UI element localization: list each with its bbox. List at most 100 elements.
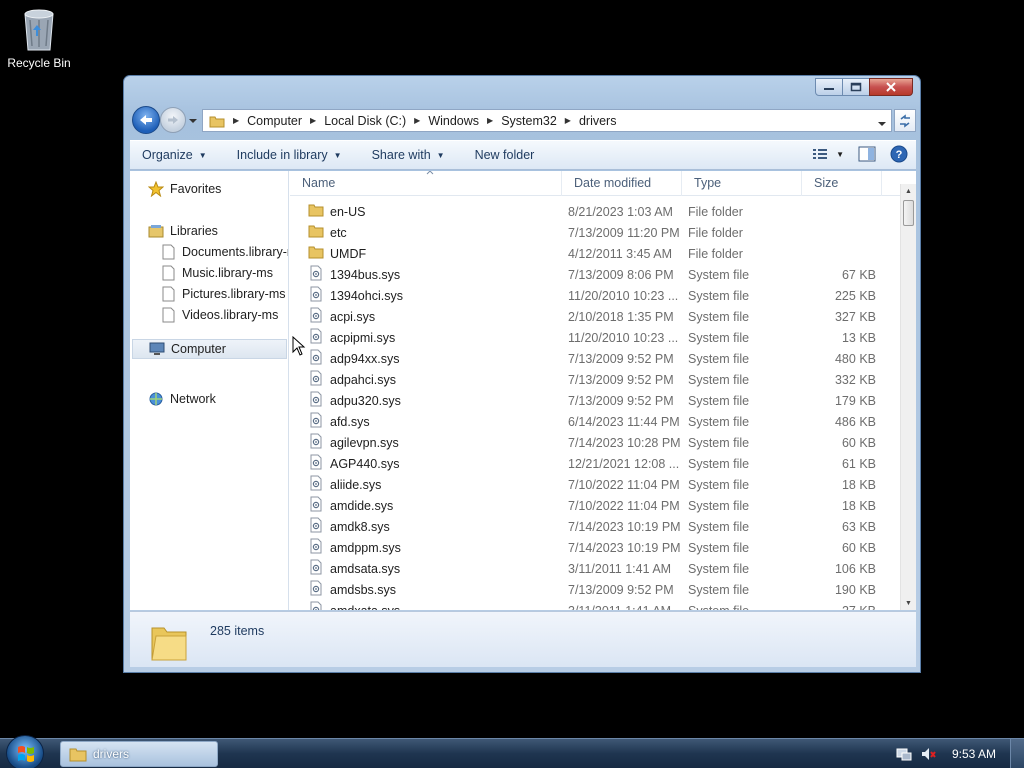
taskbar: drivers 9:53 AM <box>0 735 1024 768</box>
document-icon <box>162 307 175 323</box>
nav-library-item[interactable]: Music.library-ms <box>160 265 273 281</box>
system-file-icon <box>308 475 330 494</box>
scroll-thumb[interactable] <box>903 200 914 226</box>
include-in-library-button[interactable]: Include in library ▼ <box>237 148 342 162</box>
nav-favorites[interactable]: Favorites <box>148 181 221 197</box>
file-type: System file <box>688 372 750 387</box>
file-row[interactable]: UMDF 4/12/2011 3:45 AM File folder <box>290 243 900 264</box>
close-button[interactable] <box>869 78 913 96</box>
scroll-up-button[interactable]: ▲ <box>901 184 916 198</box>
system-file-icon <box>308 538 330 557</box>
breadcrumb-computer[interactable]: Computer <box>247 114 302 128</box>
file-name-cell: amdxata.sys <box>308 601 400 610</box>
file-name: en-US <box>330 204 366 219</box>
column-header-date-modified[interactable]: Date modified <box>562 171 682 196</box>
chevron-down-icon: ▼ <box>198 150 207 160</box>
chevron-down-icon: ▼ <box>836 149 844 159</box>
show-desktop-button[interactable] <box>1010 739 1024 768</box>
file-row[interactable]: adp94xx.sys 7/13/2009 9:52 PM System file 4… <box>290 348 900 369</box>
caption-buttons <box>815 78 913 96</box>
nav-library-item[interactable]: Pictures.library-ms <box>160 286 286 302</box>
file-row[interactable]: acpipmi.sys 11/20/2010 10:23 ... System fi… <box>290 327 900 348</box>
file-name: 1394bus.sys <box>330 267 401 282</box>
new-folder-button[interactable]: New folder <box>475 148 535 162</box>
share-with-button[interactable]: Share with ▼ <box>372 148 445 162</box>
folder-icon <box>308 244 330 263</box>
breadcrumb-separator[interactable]: ▶ <box>414 116 420 125</box>
breadcrumb-windows[interactable]: Windows <box>428 114 479 128</box>
file-row[interactable]: adpu320.sys 7/13/2009 9:52 PM System file 1… <box>290 390 900 411</box>
help-button[interactable]: ? <box>890 145 908 163</box>
nav-library-item[interactable]: Documents.library-ms <box>160 244 288 260</box>
file-row[interactable]: agilevpn.sys 7/14/2023 10:28 PM System fil… <box>290 432 900 453</box>
address-bar[interactable]: ▶ Computer ▶ Local Disk (C:) ▶ Windows ▶… <box>202 109 892 132</box>
start-button[interactable] <box>6 735 44 768</box>
vertical-scrollbar[interactable]: ▲ ▼ <box>900 184 916 610</box>
file-row[interactable]: afd.sys 6/14/2023 11:44 PM System file 486 … <box>290 411 900 432</box>
preview-pane-button[interactable] <box>858 146 876 162</box>
file-row[interactable]: AGP440.sys 12/21/2021 12:08 ... System fil… <box>290 453 900 474</box>
file-name: amdide.sys <box>330 498 394 513</box>
nav-computer[interactable]: Computer <box>132 339 287 359</box>
file-size: 225 KB <box>834 288 876 303</box>
file-type: System file <box>688 393 750 408</box>
file-row[interactable]: aliide.sys 7/10/2022 11:04 PM System file 1… <box>290 474 900 495</box>
nav-network-label: Network <box>170 392 216 406</box>
file-size: 179 KB <box>834 393 876 408</box>
file-row[interactable]: amdppm.sys 7/14/2023 10:19 PM System file 6… <box>290 537 900 558</box>
back-button[interactable] <box>132 106 160 134</box>
file-row[interactable]: amdsbs.sys 7/13/2009 9:52 PM System file 19… <box>290 579 900 600</box>
breadcrumb-system32[interactable]: System32 <box>501 114 557 128</box>
forward-button[interactable] <box>160 107 186 133</box>
file-name-cell: aliide.sys <box>308 475 381 494</box>
file-row[interactable]: etc 7/13/2009 11:20 PM File folder <box>290 222 900 243</box>
file-row[interactable]: acpi.sys 2/10/2018 1:35 PM System file 327 … <box>290 306 900 327</box>
file-row[interactable]: amdsata.sys 3/11/2011 1:41 AM System file 1… <box>290 558 900 579</box>
breadcrumb-separator[interactable]: ▶ <box>233 116 239 125</box>
details-pane: 285 items <box>130 611 916 667</box>
file-row[interactable]: 1394bus.sys 7/13/2009 8:06 PM System file 6… <box>290 264 900 285</box>
breadcrumb-local-disk[interactable]: Local Disk (C:) <box>324 114 406 128</box>
folder-icon <box>308 202 330 221</box>
system-file-icon <box>308 433 330 452</box>
arrow-right-icon <box>168 116 178 124</box>
column-header-size[interactable]: Size <box>802 171 882 196</box>
address-dropdown[interactable] <box>877 117 887 131</box>
change-view-button[interactable]: ▼ <box>812 147 844 161</box>
network-tray-icon[interactable] <box>896 746 912 762</box>
file-name: etc <box>330 225 347 240</box>
volume-muted-icon[interactable] <box>920 746 936 762</box>
organize-button[interactable]: Organize ▼ <box>142 148 207 162</box>
nav-libraries[interactable]: Libraries <box>148 223 218 239</box>
file-name: amdsbs.sys <box>330 582 396 597</box>
clock[interactable]: 9:53 AM <box>952 747 996 761</box>
address-folder-icon <box>209 114 225 128</box>
nav-library-item[interactable]: Videos.library-ms <box>160 307 278 323</box>
recent-pages-dropdown[interactable] <box>188 115 198 125</box>
file-type: System file <box>688 582 750 597</box>
recycle-bin-shortcut[interactable]: Recycle Bin <box>4 6 74 70</box>
minimize-button[interactable] <box>815 78 843 96</box>
breadcrumb-separator[interactable]: ▶ <box>487 116 493 125</box>
breadcrumb-separator[interactable]: ▶ <box>310 116 316 125</box>
file-row[interactable]: adpahci.sys 7/13/2009 9:52 PM System file 3… <box>290 369 900 390</box>
nav-library-item-label: Documents.library-ms <box>182 245 288 259</box>
file-name-cell: 1394ohci.sys <box>308 286 403 305</box>
file-row[interactable]: amdxata.sys 3/11/2011 1:41 AM System file 2… <box>290 600 900 610</box>
maximize-button[interactable] <box>842 78 870 96</box>
file-date-modified: 7/14/2023 10:28 PM <box>568 435 681 450</box>
file-size: 327 KB <box>834 309 876 324</box>
file-row[interactable]: amdk8.sys 7/14/2023 10:19 PM System file 63… <box>290 516 900 537</box>
scroll-down-button[interactable]: ▼ <box>901 596 916 610</box>
nav-network[interactable]: Network <box>148 391 216 407</box>
breadcrumb-separator[interactable]: ▶ <box>565 116 571 125</box>
file-row[interactable]: en-US 8/21/2023 1:03 AM File folder <box>290 201 900 222</box>
file-row[interactable]: amdide.sys 7/10/2022 11:04 PM System file 1… <box>290 495 900 516</box>
refresh-button[interactable] <box>894 109 916 132</box>
breadcrumb-drivers[interactable]: drivers <box>579 114 617 128</box>
file-type: System file <box>688 561 750 576</box>
column-header-type[interactable]: Type <box>682 171 802 196</box>
file-date-modified: 7/13/2009 9:52 PM <box>568 393 674 408</box>
taskbar-explorer-button[interactable]: drivers <box>60 741 218 767</box>
file-row[interactable]: 1394ohci.sys 11/20/2010 10:23 ... System f… <box>290 285 900 306</box>
